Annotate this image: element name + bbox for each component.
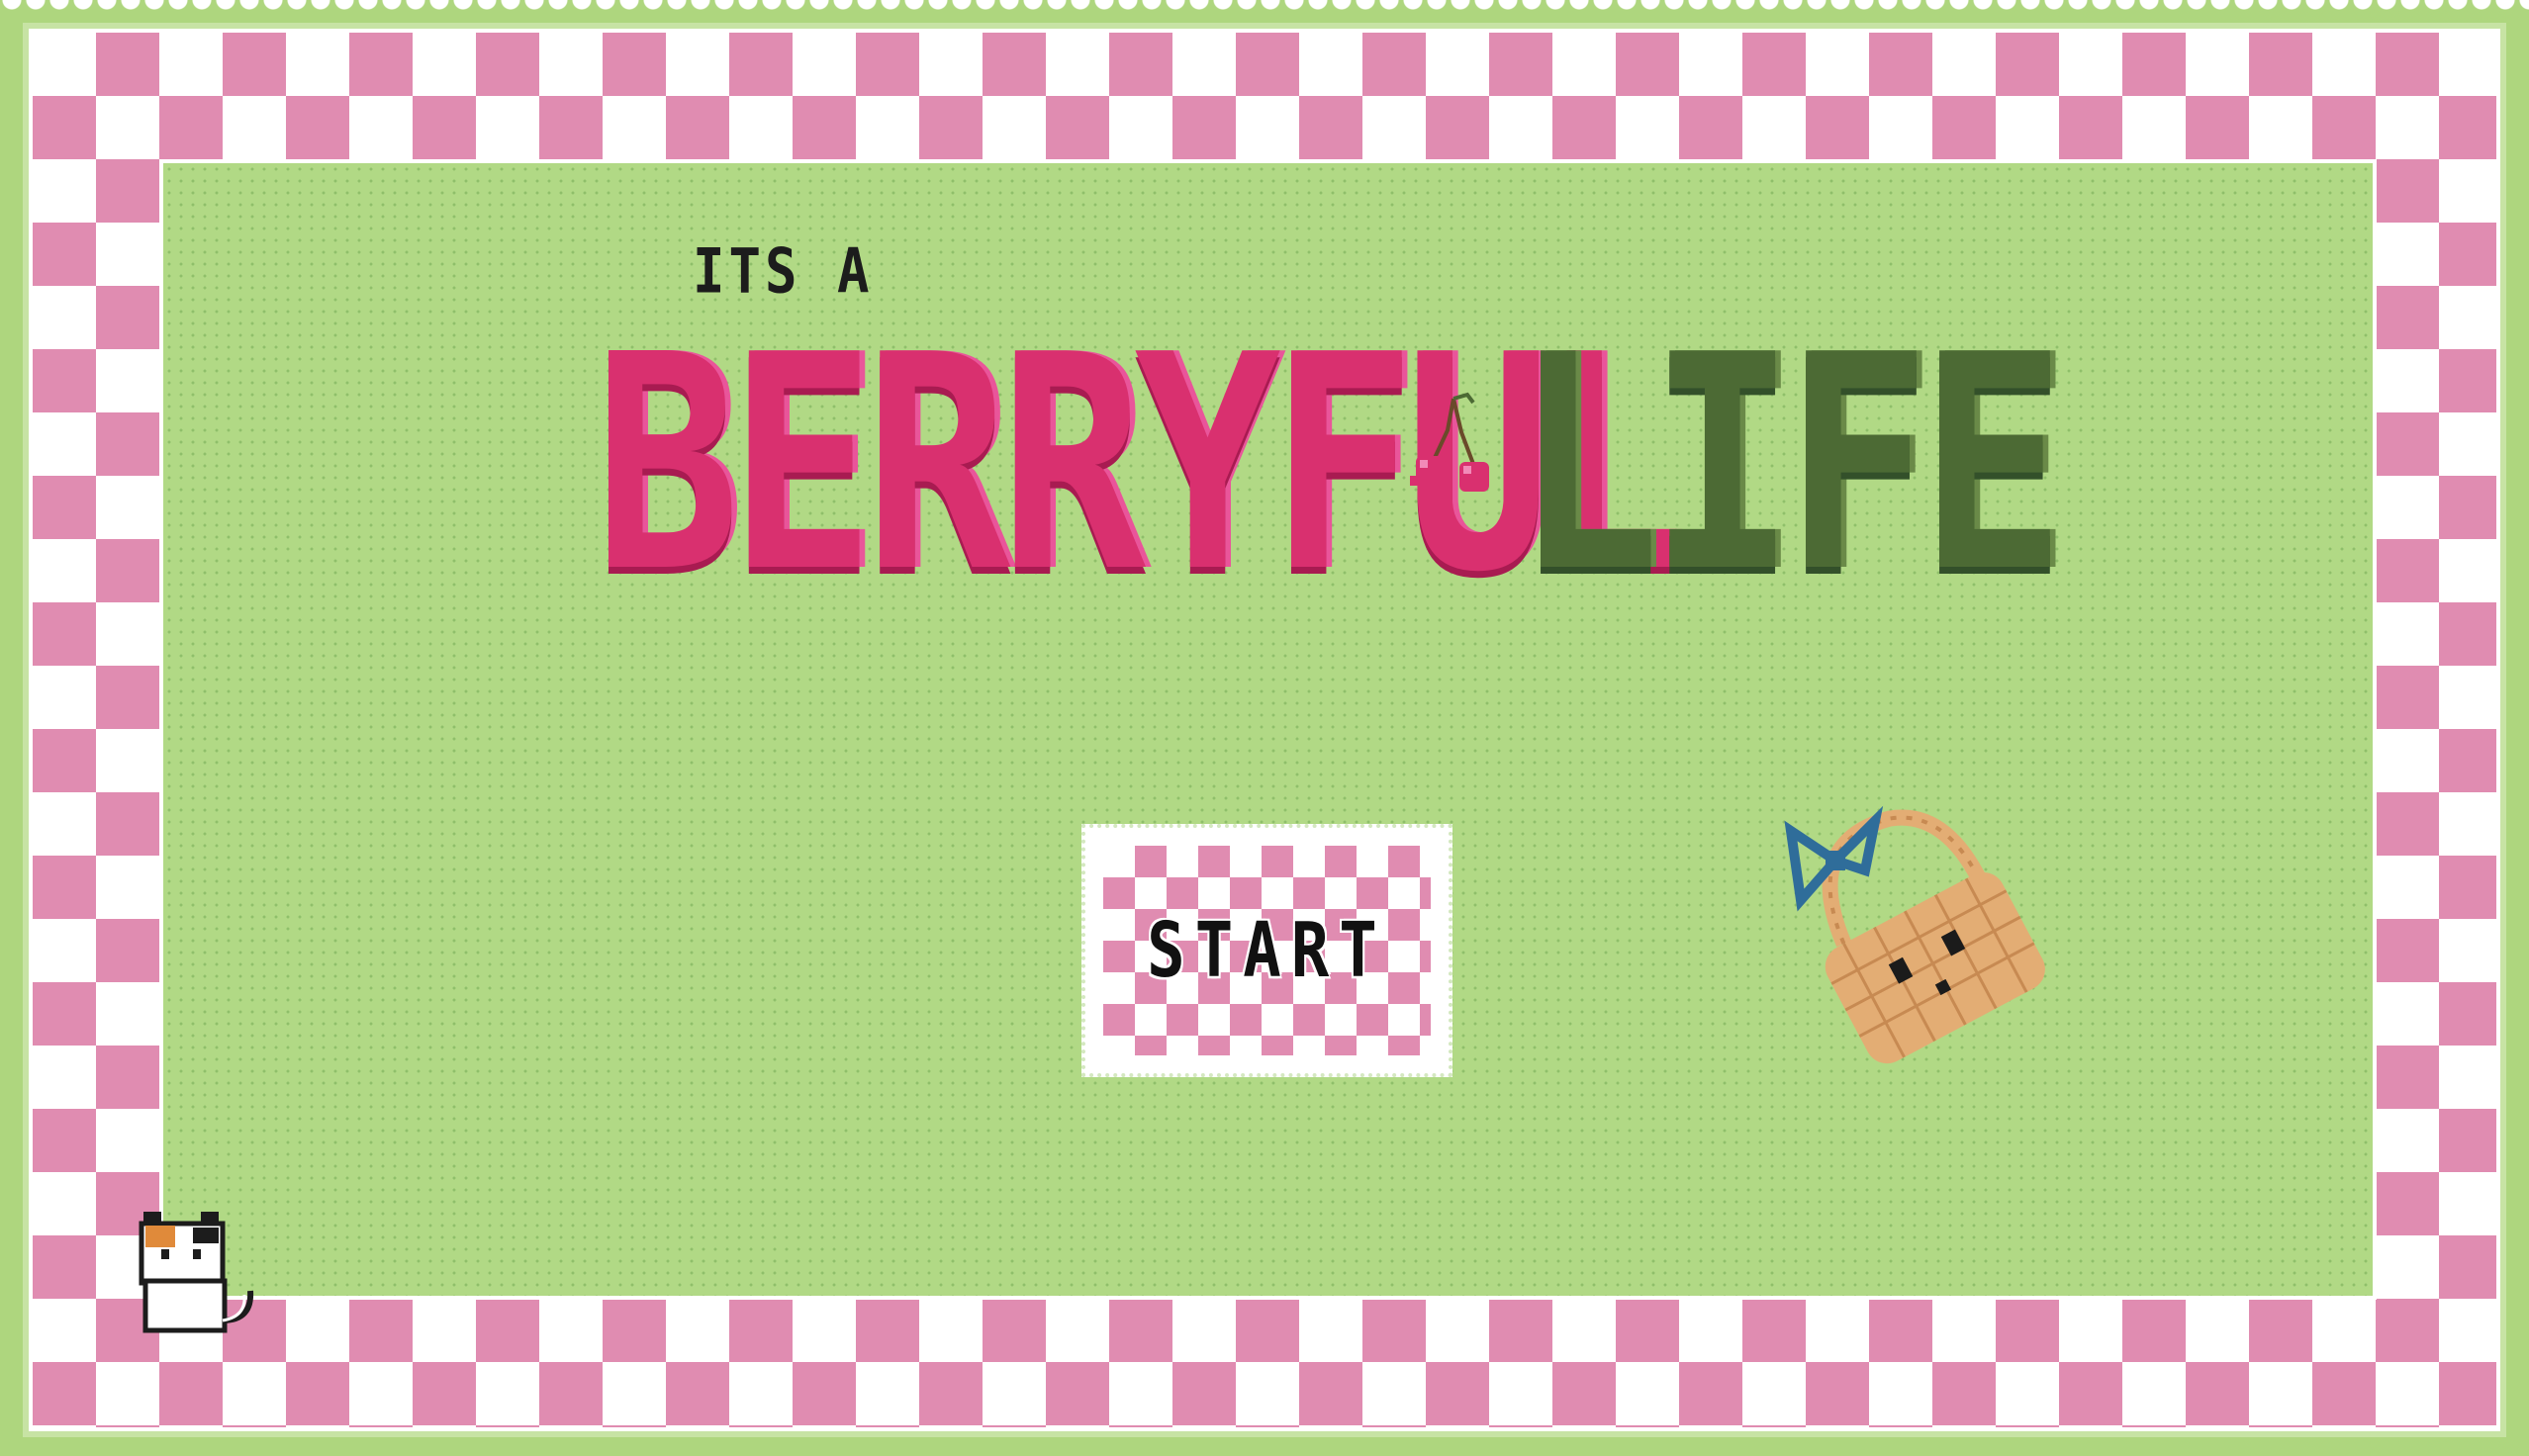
game-title-screen: ITS A BERRYFUL LIFE START bbox=[0, 0, 2529, 1456]
basket-icon bbox=[1784, 805, 2045, 1064]
cat-icon bbox=[139, 1212, 254, 1333]
cherry-icon bbox=[1410, 392, 1489, 492]
start-button[interactable]: START bbox=[1081, 824, 1452, 1077]
title-word-life: LIFE bbox=[1514, 292, 2066, 637]
start-button-label: START bbox=[1147, 907, 1387, 996]
